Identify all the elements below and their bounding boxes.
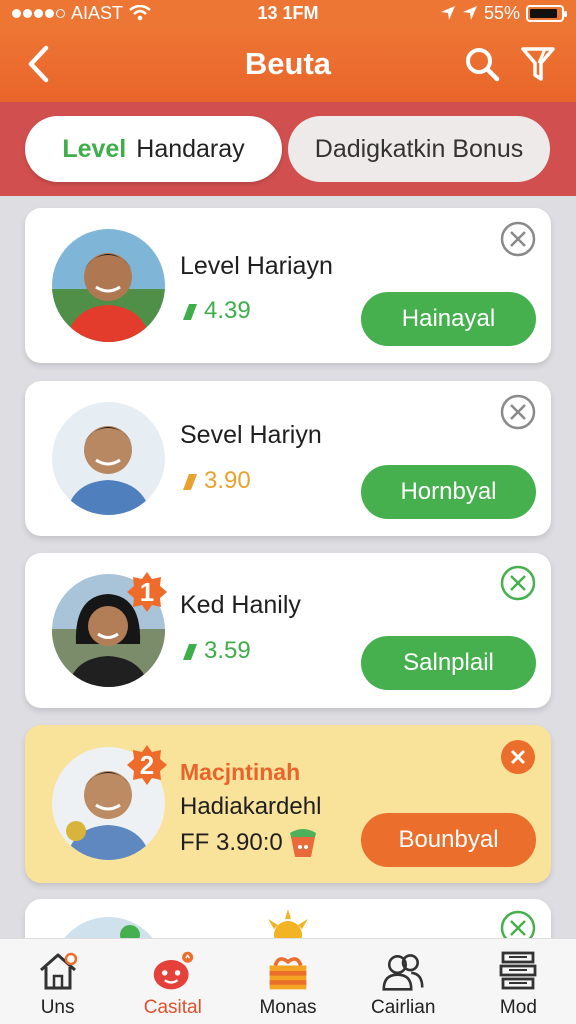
- avatar: [52, 402, 165, 515]
- tab-level-handaray[interactable]: Level Handaray: [25, 116, 282, 182]
- action-button[interactable]: Hornbyal: [361, 465, 536, 519]
- currency-icon: [183, 644, 197, 660]
- status-bar: AIAST 13 1FM 55%: [0, 0, 576, 26]
- close-circle-icon: [500, 221, 536, 257]
- location-icon: [440, 6, 455, 20]
- tab-label: Handaray: [136, 134, 245, 163]
- status-time: 13 1FM: [257, 2, 319, 23]
- battery-percent: 55%: [483, 2, 520, 23]
- close-circle-icon: [500, 394, 536, 430]
- people-icon: [381, 949, 425, 993]
- signal-dots-icon: [12, 8, 65, 18]
- rank-badge: 1: [126, 571, 168, 613]
- gift-icon: [266, 949, 310, 993]
- currency-icon: [183, 474, 197, 490]
- dismiss-button[interactable]: [499, 393, 537, 431]
- nav-label: Cairlian: [371, 997, 436, 1018]
- status-left: AIAST: [12, 3, 212, 24]
- bottom-nav: Uns Casital Monas Cairlian Mod: [0, 938, 576, 1024]
- card-name: Sevel Hariyn: [180, 421, 322, 449]
- basket-icon: [289, 829, 316, 857]
- home-icon: [36, 949, 80, 993]
- nav-item-cairlian[interactable]: Cairlian: [346, 939, 461, 1024]
- search-button[interactable]: [460, 42, 504, 86]
- action-button[interactable]: Salnplail: [361, 636, 536, 690]
- nav-item-casital[interactable]: Casital: [115, 939, 230, 1024]
- list-card: 1 Ked Hanily 3.59 Salnplail: [25, 553, 551, 708]
- close-circle-filled-icon: [501, 740, 535, 774]
- nav-label: Mod: [499, 997, 537, 1018]
- nav-item-uns[interactable]: Uns: [0, 939, 115, 1024]
- status-right: 55%: [364, 2, 567, 24]
- nav-item-monas[interactable]: Monas: [230, 939, 345, 1024]
- nav-label: Uns: [40, 997, 75, 1018]
- card-name: Hadiakardehl: [180, 793, 322, 820]
- list-card-highlighted: 2 Macjntinah Hadiakardehl FF 3.90:0 Boun…: [25, 725, 551, 883]
- battery-icon: [526, 4, 567, 22]
- dismiss-button[interactable]: [499, 564, 537, 602]
- card-amount: 4.39: [180, 297, 251, 325]
- close-circle-green-icon: [500, 565, 536, 601]
- card-amount: FF 3.90:0: [180, 827, 319, 859]
- wifi-icon: [129, 5, 151, 21]
- nav-label: Monas: [259, 997, 317, 1018]
- currency-icon: [183, 304, 197, 320]
- card-amount: 3.59: [180, 637, 251, 665]
- card-amount: 3.90: [180, 467, 251, 495]
- nav-item-mod[interactable]: Mod: [461, 939, 576, 1024]
- tab-accent-label: Level: [62, 134, 127, 163]
- tab-bar: Level Handaray Dadigkatkin Bonus: [0, 102, 576, 196]
- search-icon: [466, 48, 500, 82]
- stack-icon: [496, 949, 540, 993]
- list-card: Sevel Hariyn 3.90 Hornbyal: [25, 381, 551, 536]
- mascot-icon: [151, 949, 195, 993]
- card-title: Macjntinah: [180, 759, 301, 785]
- action-button[interactable]: Bounbyal: [361, 813, 536, 867]
- app-header: Beuta: [0, 26, 576, 102]
- tab-bonus[interactable]: Dadigkatkin Bonus: [288, 116, 550, 182]
- rank-badge: 2: [126, 744, 168, 786]
- card-name: Level Hariayn: [180, 252, 333, 280]
- avatar: [52, 229, 165, 342]
- card-name: Ked Hanily: [180, 591, 301, 619]
- filter-button[interactable]: [516, 42, 560, 86]
- orientation-icon: [462, 6, 477, 20]
- carrier-name: AIAST: [71, 2, 124, 23]
- list-card: Level Hariayn 4.39 Hainayal: [25, 208, 551, 363]
- dismiss-button[interactable]: [499, 738, 537, 776]
- filter-icon: [521, 47, 555, 81]
- back-button[interactable]: [18, 42, 58, 86]
- nav-label: Casital: [143, 997, 202, 1018]
- tab-label: Dadigkatkin Bonus: [314, 134, 524, 163]
- dismiss-button[interactable]: [499, 220, 537, 258]
- back-chevron-icon: [28, 45, 49, 83]
- action-button[interactable]: Hainayal: [361, 292, 536, 346]
